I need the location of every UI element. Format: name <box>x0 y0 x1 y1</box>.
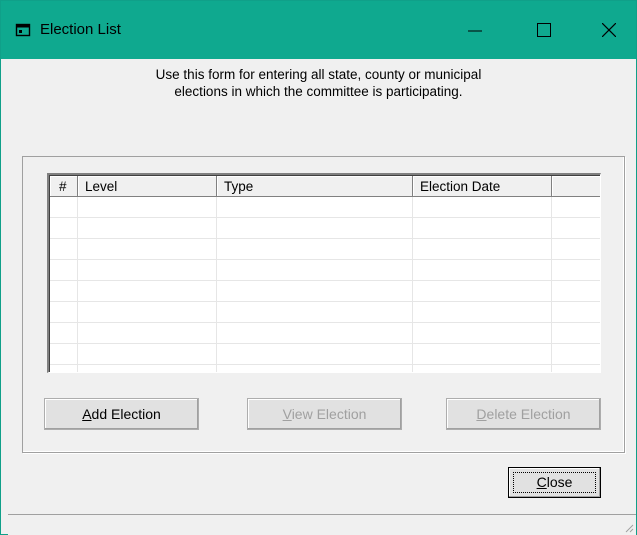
grid-column-divider <box>412 197 413 372</box>
grid-row[interactable] <box>50 281 600 302</box>
close-button[interactable]: Close <box>508 467 601 498</box>
form-client-area: Use this form for entering all state, co… <box>1 59 636 535</box>
delete-election-accel: D <box>476 406 487 422</box>
description-line-1: Use this form for entering all state, co… <box>155 67 482 82</box>
add-election-label: dd Election <box>91 406 161 422</box>
add-election-button[interactable]: Add Election <box>44 398 199 430</box>
close-window-button[interactable] <box>585 1 631 59</box>
minimize-icon <box>468 30 482 32</box>
status-bar <box>8 514 636 535</box>
grid-row[interactable] <box>50 323 600 344</box>
maximize-icon <box>537 23 551 37</box>
delete-election-button[interactable]: Delete Election <box>446 398 601 430</box>
column-header-level[interactable]: Level <box>78 176 217 197</box>
grid-row[interactable] <box>50 239 600 260</box>
delete-election-label: elete Election <box>486 406 571 422</box>
view-election-accel: V <box>282 406 292 422</box>
add-election-accel: A <box>82 406 92 422</box>
maximize-button[interactable] <box>520 1 566 59</box>
grid-row[interactable] <box>50 260 600 281</box>
grid-column-divider <box>216 197 217 372</box>
grid-row[interactable] <box>50 344 600 365</box>
column-header-election-date[interactable]: Election Date <box>413 176 552 197</box>
column-header-type[interactable]: Type <box>217 176 413 197</box>
grid-column-divider <box>551 197 552 372</box>
title-bar[interactable]: Election List <box>1 1 636 59</box>
close-icon <box>602 23 616 37</box>
view-election-button[interactable]: View Election <box>247 398 402 430</box>
election-list-window: Election List Use this form for entering… <box>0 0 637 535</box>
minimize-button[interactable] <box>451 1 497 59</box>
description-line-2: elections in which the committee is part… <box>174 84 463 99</box>
grid-row[interactable] <box>50 197 600 218</box>
app-window-icon <box>15 23 31 37</box>
grid-row[interactable] <box>50 302 600 323</box>
column-header-number[interactable]: # <box>50 176 78 197</box>
focus-rectangle <box>513 472 596 493</box>
grid-column-divider <box>77 197 78 372</box>
view-election-label: iew Election <box>291 406 367 422</box>
window-title: Election List <box>40 21 121 38</box>
resize-grip-icon[interactable] <box>622 521 634 533</box>
form-description: Use this form for entering all state, co… <box>1 66 636 100</box>
column-header-blank[interactable] <box>552 176 600 197</box>
elections-grid[interactable]: # Level Type Election Date <box>47 173 601 373</box>
grid-row[interactable] <box>50 218 600 239</box>
